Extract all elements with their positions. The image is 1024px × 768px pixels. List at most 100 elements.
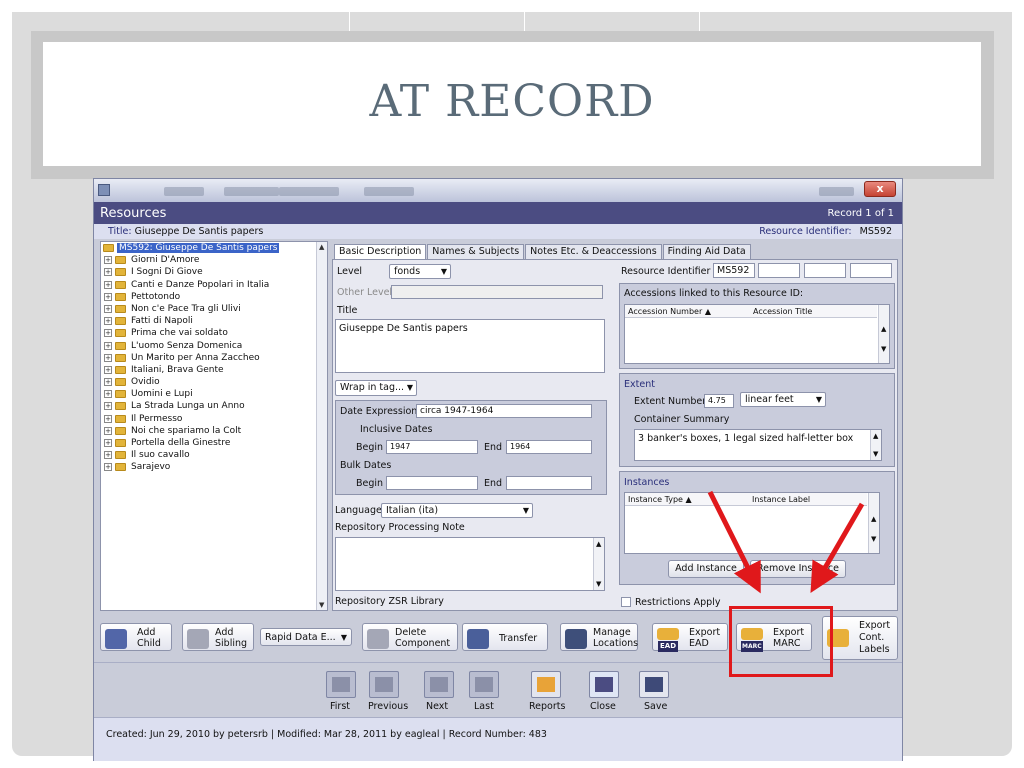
tree-item[interactable]: + La Strada Lunga un Anno bbox=[101, 400, 327, 412]
tab-finding-aid-data[interactable]: Finding Aid Data bbox=[662, 244, 751, 259]
expand-icon[interactable]: + bbox=[104, 317, 112, 326]
tree-item[interactable]: + Un Marito per Anna Zaccheo bbox=[101, 352, 327, 364]
title-field[interactable]: Giuseppe De Santis papers bbox=[335, 319, 605, 373]
summary-scrollbar[interactable]: ▲ ▼ bbox=[870, 430, 881, 460]
container-summary-field[interactable]: 3 banker's boxes, 1 legal sized half-let… bbox=[634, 429, 882, 461]
resource-id-part2[interactable] bbox=[758, 263, 800, 278]
tab-notes-deaccessions[interactable]: Notes Etc. & Deaccessions bbox=[525, 244, 662, 259]
expand-icon[interactable]: + bbox=[104, 365, 112, 374]
add-instance-button[interactable]: Add Instance bbox=[668, 560, 744, 578]
note-scrollbar[interactable]: ▲ ▼ bbox=[593, 538, 604, 590]
instance-label-header[interactable]: Instance Label bbox=[749, 493, 867, 506]
export-container-labels-button[interactable]: Export Cont. Labels bbox=[822, 616, 898, 660]
resource-id-part3[interactable] bbox=[804, 263, 846, 278]
resource-id-part4[interactable] bbox=[850, 263, 892, 278]
previous-button[interactable] bbox=[369, 671, 399, 698]
first-button[interactable] bbox=[326, 671, 356, 698]
bulk-end-field[interactable] bbox=[506, 476, 592, 490]
transfer-button[interactable]: Transfer bbox=[462, 623, 548, 651]
close-record-button[interactable] bbox=[589, 671, 619, 698]
tree-item[interactable]: + Canti e Danze Popolari in Italia bbox=[101, 279, 327, 291]
wrap-in-tag-button[interactable]: Wrap in tag... ▼ bbox=[335, 380, 417, 396]
rapid-data-entry-select[interactable]: Rapid Data E... ▼ bbox=[260, 628, 352, 646]
reports-button[interactable] bbox=[531, 671, 561, 698]
expand-icon[interactable]: + bbox=[104, 280, 112, 289]
tree-scrollbar[interactable]: ▲ ▼ bbox=[316, 242, 327, 610]
tree-item[interactable]: + Il suo cavallo bbox=[101, 449, 327, 461]
expand-icon[interactable]: + bbox=[104, 304, 112, 313]
begin-date-field[interactable]: 1947 bbox=[386, 440, 478, 454]
tree-item[interactable]: + Pettotondo bbox=[101, 291, 327, 303]
extent-number-field[interactable]: 4.75 bbox=[704, 394, 734, 408]
scroll-down-icon[interactable]: ▼ bbox=[881, 345, 886, 353]
resource-tree[interactable]: MS592: Giuseppe De Santis papers + Giorni … bbox=[100, 241, 328, 611]
scroll-down-icon[interactable]: ▼ bbox=[319, 601, 324, 609]
tree-item[interactable]: + Italiani, Brava Gente bbox=[101, 364, 327, 376]
scroll-up-icon[interactable]: ▲ bbox=[596, 540, 601, 548]
instances-table[interactable]: Instance Type ▲ Instance Label ▲ ▼ bbox=[624, 492, 880, 554]
tree-item[interactable]: + Uomini e Lupi bbox=[101, 388, 327, 400]
last-button[interactable] bbox=[469, 671, 499, 698]
expand-icon[interactable]: + bbox=[104, 353, 112, 362]
tree-root-item[interactable]: MS592: Giuseppe De Santis papers bbox=[101, 242, 327, 254]
tree-item[interactable]: + Portella della Ginestre bbox=[101, 437, 327, 449]
expand-icon[interactable]: + bbox=[104, 414, 112, 423]
tree-item[interactable]: + L'uomo Senza Domenica bbox=[101, 340, 327, 352]
date-expression-field[interactable]: circa 1947-1964 bbox=[416, 404, 592, 418]
expand-icon[interactable]: + bbox=[104, 341, 112, 350]
delete-component-button[interactable]: Delete Component bbox=[362, 623, 458, 651]
expand-icon[interactable]: + bbox=[104, 329, 112, 338]
tree-item[interactable]: + Non c'e Pace Tra gli Ulivi bbox=[101, 303, 327, 315]
expand-icon[interactable]: + bbox=[104, 439, 112, 447]
expand-icon[interactable]: + bbox=[104, 256, 112, 265]
level-select[interactable]: fonds ▼ bbox=[389, 264, 451, 279]
expand-icon[interactable]: + bbox=[104, 402, 112, 411]
repository-note-field[interactable]: ▲ ▼ bbox=[335, 537, 605, 591]
expand-icon[interactable]: + bbox=[104, 451, 112, 460]
scroll-up-icon[interactable]: ▲ bbox=[873, 432, 878, 440]
tree-item[interactable]: + Il Permesso bbox=[101, 413, 327, 425]
tree-item[interactable]: + Noi che spariamo la Colt bbox=[101, 425, 327, 437]
close-icon[interactable]: x bbox=[864, 181, 896, 197]
other-level-field[interactable] bbox=[391, 285, 603, 299]
tree-item[interactable]: + I Sogni Di Giove bbox=[101, 266, 327, 278]
extent-unit-select[interactable]: linear feet ▼ bbox=[740, 392, 826, 407]
expand-icon[interactable]: + bbox=[104, 378, 112, 387]
expand-icon[interactable]: + bbox=[104, 390, 112, 399]
tree-item[interactable]: + Sarajevo bbox=[101, 461, 327, 473]
scroll-up-icon[interactable]: ▲ bbox=[871, 515, 876, 523]
tree-item[interactable]: + Fatti di Napoli bbox=[101, 315, 327, 327]
export-ead-button[interactable]: EAD Export EAD bbox=[652, 623, 728, 652]
resource-id-part1[interactable]: MS592 bbox=[713, 263, 755, 278]
tree-item[interactable]: + Giorni D'Amore bbox=[101, 254, 327, 266]
accession-title-header[interactable]: Accession Title bbox=[750, 305, 877, 318]
add-sibling-button[interactable]: Add Sibling bbox=[182, 623, 254, 651]
expand-icon[interactable]: + bbox=[104, 463, 112, 472]
language-select[interactable]: Italian (ita) ▼ bbox=[381, 503, 533, 518]
save-button[interactable] bbox=[639, 671, 669, 698]
accession-number-header[interactable]: Accession Number ▲ bbox=[625, 305, 750, 318]
tree-item[interactable]: + Ovidio bbox=[101, 376, 327, 388]
accessions-table[interactable]: Accession Number ▲ Accession Title ▲ ▼ bbox=[624, 304, 890, 364]
scroll-down-icon[interactable]: ▼ bbox=[873, 450, 878, 458]
window-titlebar[interactable]: x bbox=[94, 179, 902, 202]
scroll-up-icon[interactable]: ▲ bbox=[881, 325, 886, 333]
tab-basic-description[interactable]: Basic Description bbox=[334, 244, 427, 259]
scroll-up-icon[interactable]: ▲ bbox=[319, 243, 324, 251]
expand-icon[interactable]: + bbox=[104, 268, 112, 277]
end-date-field[interactable]: 1964 bbox=[506, 440, 592, 454]
bulk-begin-field[interactable] bbox=[386, 476, 478, 490]
scroll-down-icon[interactable]: ▼ bbox=[871, 535, 876, 543]
tree-item[interactable]: + Prima che vai soldato bbox=[101, 327, 327, 339]
instance-type-header[interactable]: Instance Type ▲ bbox=[625, 493, 749, 506]
remove-instance-button[interactable]: Remove Instance bbox=[750, 560, 846, 578]
manage-locations-button[interactable]: Manage Locations bbox=[560, 623, 638, 651]
expand-icon[interactable]: + bbox=[104, 426, 112, 435]
accessions-scrollbar[interactable]: ▲ ▼ bbox=[878, 305, 889, 363]
scroll-down-icon[interactable]: ▼ bbox=[596, 580, 601, 588]
restrictions-checkbox[interactable] bbox=[621, 597, 631, 607]
add-child-button[interactable]: Add Child bbox=[100, 623, 172, 651]
instances-scrollbar[interactable]: ▲ ▼ bbox=[868, 493, 879, 553]
next-button[interactable] bbox=[424, 671, 454, 698]
tab-names-subjects[interactable]: Names & Subjects bbox=[427, 244, 525, 259]
